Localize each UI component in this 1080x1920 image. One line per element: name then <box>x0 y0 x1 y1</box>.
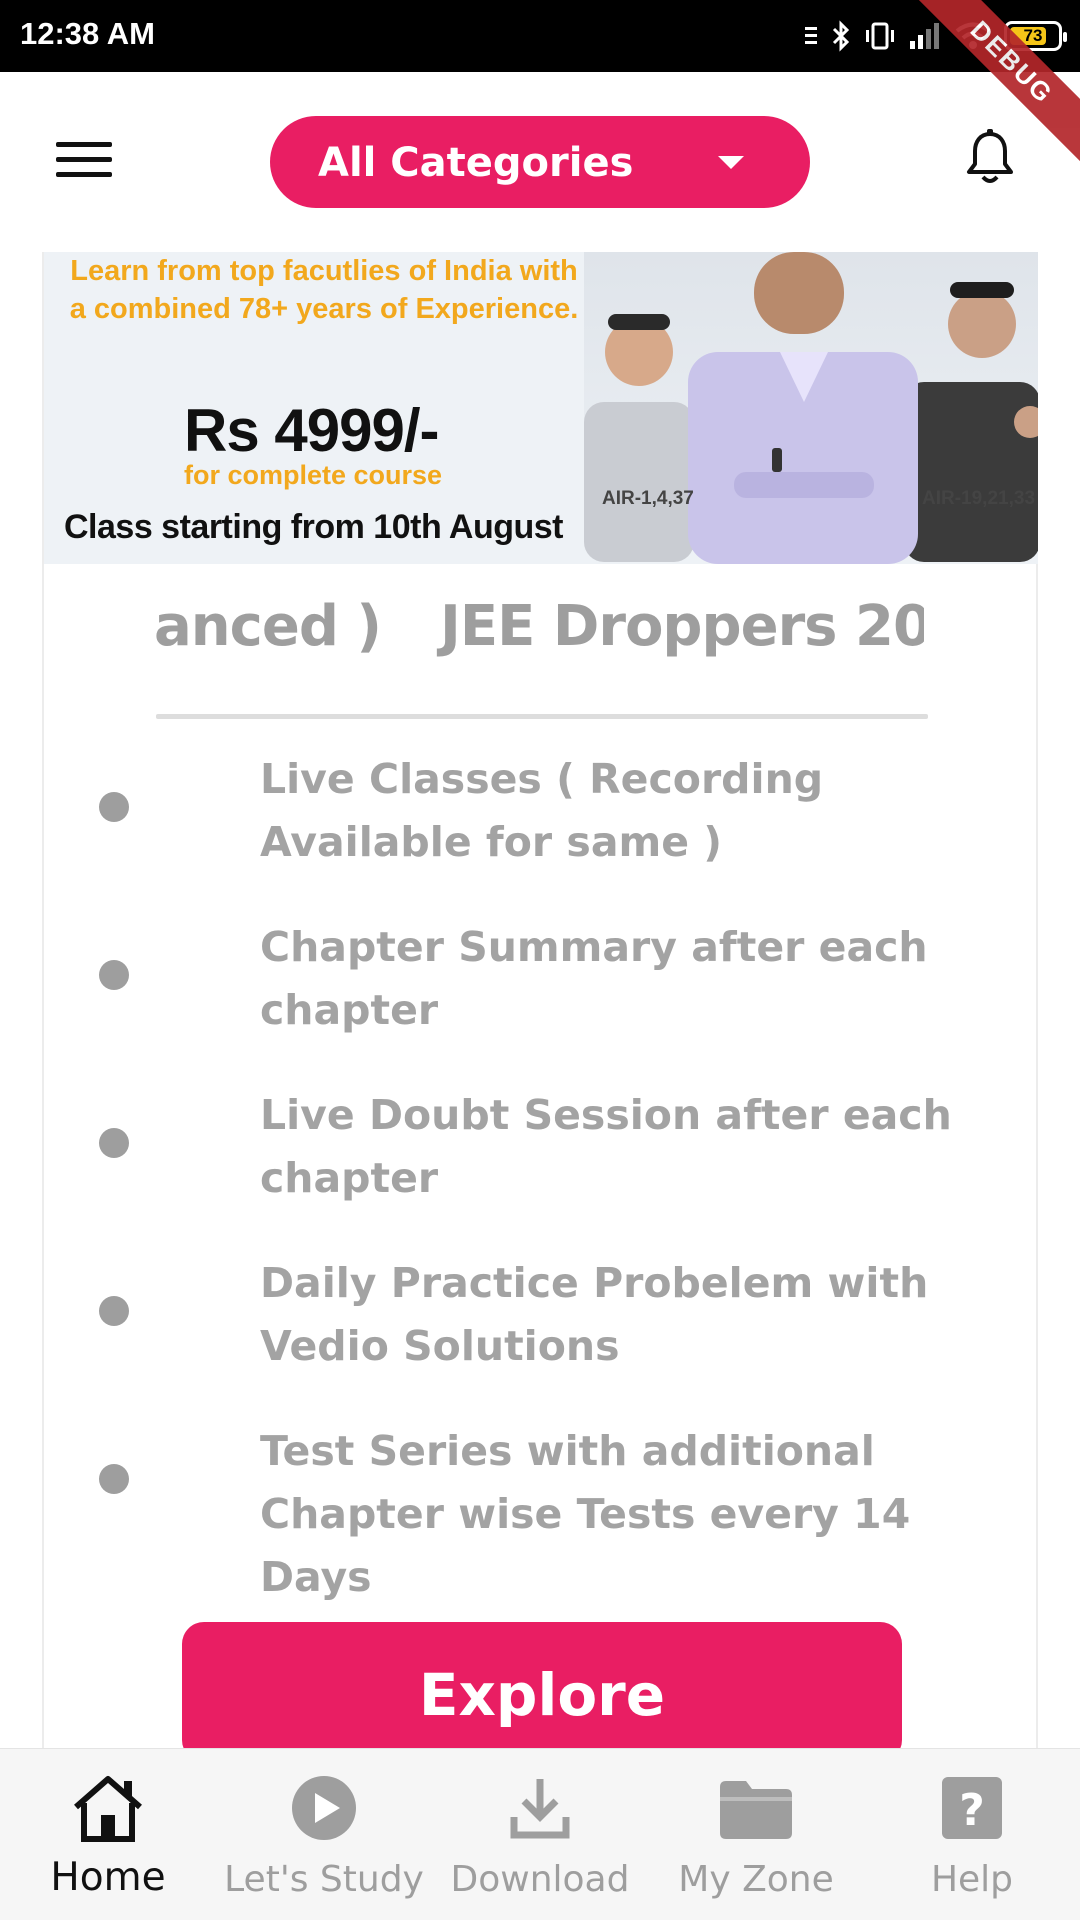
bullet-icon <box>99 960 129 990</box>
list-item: Test Series with additional Chapter wise… <box>44 1420 1038 1601</box>
help-icon: ? <box>942 1777 1002 1839</box>
chevron-down-icon <box>718 156 744 169</box>
app-screen: 12:38 AM 73 DEBUG All Categories Learn f… <box>0 0 1080 1920</box>
bullet-icon <box>99 1464 129 1494</box>
nav-item-lets-study[interactable]: Let's Study <box>216 1749 432 1920</box>
course-banner[interactable]: Learn from top facutlies of India with a… <box>44 252 1038 564</box>
nav-label-download: Download <box>450 1859 630 1900</box>
course-tabs[interactable]: anced ) JEE Droppers 2022 <box>154 594 924 670</box>
battery-level: 73 <box>1023 26 1043 45</box>
explore-button[interactable]: Explore <box>182 1622 902 1762</box>
banner-price: Rs 4999/- <box>184 397 439 464</box>
faculty-photo <box>584 252 1038 564</box>
banner-air-left: AIR-1,4,37 <box>602 488 694 509</box>
status-time: 12:38 AM <box>20 16 155 51</box>
nav-label-home: Home <box>50 1855 166 1900</box>
list-item: Daily Practice Probelem with Vedio Solut… <box>44 1252 1038 1420</box>
hamburger-menu-icon[interactable] <box>56 138 112 182</box>
list-item: Live Doubt Session after each chapter <box>44 1084 1038 1252</box>
nav-item-download[interactable]: Download <box>432 1749 648 1920</box>
feature-text: Test Series with additional Chapter wise… <box>260 1427 911 1601</box>
category-dropdown[interactable]: All Categories <box>270 116 810 208</box>
course-tab-partial[interactable]: anced ) <box>154 594 382 659</box>
feature-list: Live Classes ( Recording Available for s… <box>44 748 1038 1601</box>
signal-icon <box>910 23 939 49</box>
banner-price-note: for complete course <box>184 460 443 490</box>
feature-text: Live Classes ( Recording Available for s… <box>260 755 824 866</box>
home-icon <box>74 1776 142 1842</box>
category-label: All Categories <box>318 140 634 186</box>
list-item: Chapter Summary after each chapter <box>44 916 1038 1084</box>
nav-label-my-zone: My Zone <box>678 1859 834 1900</box>
notification-icon <box>805 27 817 44</box>
bullet-icon <box>99 792 129 822</box>
course-tab-current[interactable]: JEE Droppers 2022 <box>440 594 924 659</box>
app-bar: All Categories <box>0 72 1080 252</box>
divider <box>156 714 928 719</box>
feature-text: Live Doubt Session after each chapter <box>260 1091 952 1202</box>
bullet-icon <box>99 1296 129 1326</box>
list-item: Live Classes ( Recording Available for s… <box>44 748 1038 916</box>
nav-label-lets-study: Let's Study <box>224 1859 424 1900</box>
course-card: Learn from top facutlies of India with a… <box>42 252 1038 1762</box>
nav-label-help: Help <box>930 1859 1014 1900</box>
banner-start-date: Class starting from 10th August <box>64 508 563 546</box>
notification-bell-icon[interactable] <box>962 128 1018 188</box>
banner-air-right: AIR-19,21,33 <box>922 488 1036 509</box>
nav-item-help[interactable]: ? Help <box>864 1749 1080 1920</box>
nav-item-home[interactable]: Home <box>0 1749 216 1920</box>
feature-text: Chapter Summary after each chapter <box>260 923 928 1034</box>
bottom-nav: Home Let's Study Download My Zone ? Help <box>0 1748 1080 1920</box>
status-bar: 12:38 AM 73 <box>0 0 1080 72</box>
feature-text: Daily Practice Probelem with Vedio Solut… <box>260 1259 929 1370</box>
nav-item-my-zone[interactable]: My Zone <box>648 1749 864 1920</box>
bullet-icon <box>99 1128 129 1158</box>
folder-icon <box>720 1781 792 1839</box>
play-circle-icon <box>292 1776 356 1840</box>
vibrate-icon <box>866 22 894 50</box>
banner-tagline: Learn from top facutlies of India with a… <box>69 255 579 325</box>
svg-text:?: ? <box>959 1785 985 1836</box>
bluetooth-icon <box>832 20 850 52</box>
download-icon <box>510 1779 570 1839</box>
